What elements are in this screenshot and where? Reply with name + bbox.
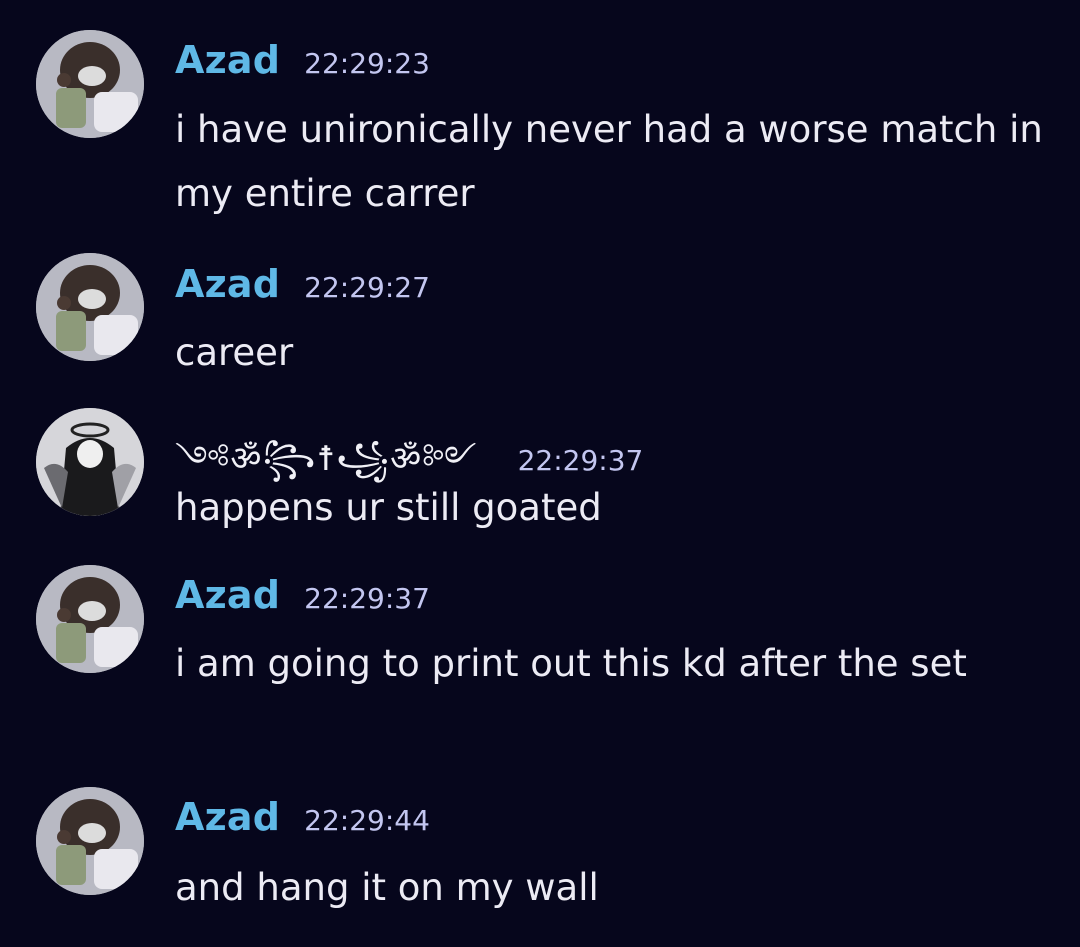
message-header: Azad 22:29:27 <box>175 262 430 306</box>
message-timestamp: 22:29:44 <box>304 804 430 837</box>
author-name[interactable]: ༺ॐ꧂☨꧁ॐ༻ <box>175 439 478 479</box>
message-text: and hang it on my wall <box>175 866 599 909</box>
author-name[interactable]: Azad <box>175 262 280 306</box>
message-timestamp: 22:29:37 <box>517 444 644 477</box>
author-name[interactable]: Azad <box>175 38 280 82</box>
user-avatar-icon[interactable] <box>36 253 144 361</box>
author-name[interactable]: Azad <box>175 573 280 617</box>
user-avatar-icon[interactable] <box>36 565 144 673</box>
message-timestamp: 22:29:37 <box>304 582 430 615</box>
message-text: i have unironically never had a worse ma… <box>175 108 1043 215</box>
user-avatar-icon[interactable] <box>36 30 144 138</box>
message-text: happens ur still goated <box>175 486 602 529</box>
user-avatar-icon[interactable] <box>36 787 144 895</box>
angel-avatar-icon[interactable] <box>36 408 144 516</box>
message-text: career <box>175 331 294 374</box>
message-timestamp: 22:29:27 <box>304 271 430 304</box>
message-timestamp: 22:29:23 <box>304 47 430 80</box>
message-header: Azad 22:29:37 <box>175 573 430 617</box>
message-header: Azad 22:29:44 <box>175 795 430 839</box>
message-text: i am going to print out this kd after th… <box>175 642 967 685</box>
message-header: Azad 22:29:23 <box>175 38 430 82</box>
author-name[interactable]: Azad <box>175 795 280 839</box>
